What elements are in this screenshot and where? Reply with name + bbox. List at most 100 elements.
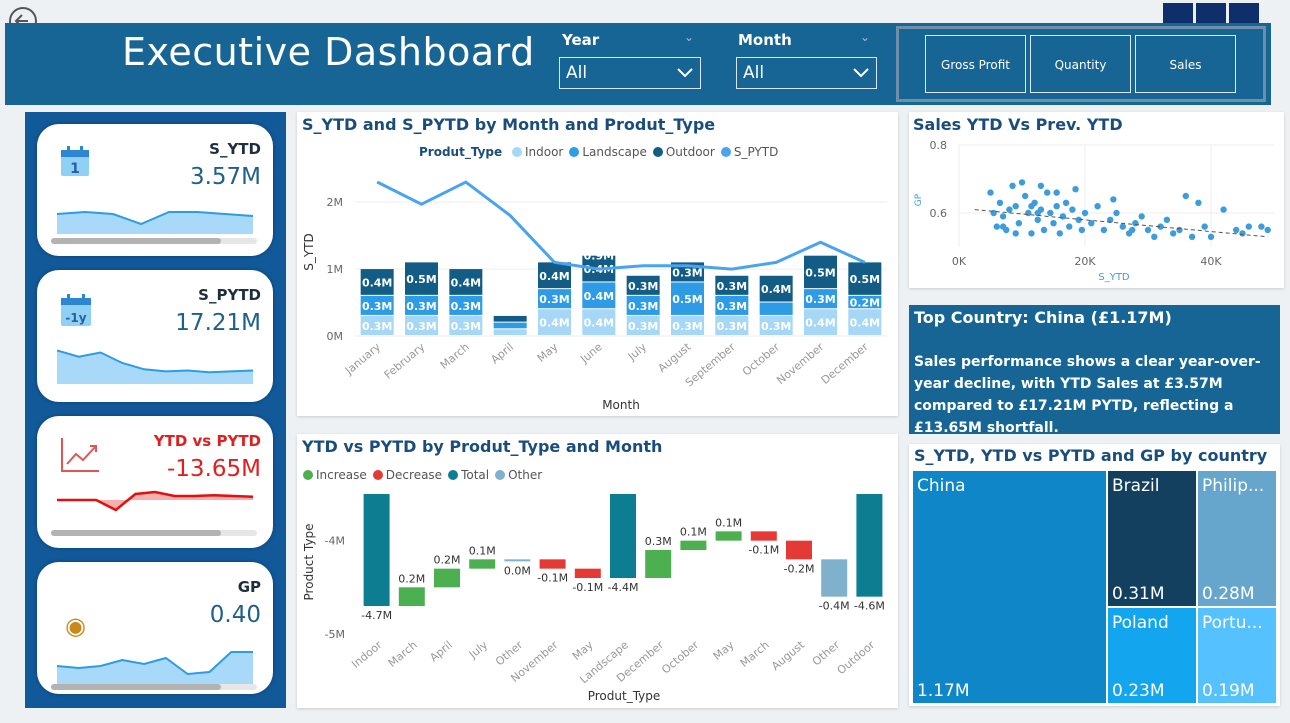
scatter-point bbox=[1138, 213, 1145, 220]
x-tick-label: April bbox=[427, 638, 455, 664]
scatter-point bbox=[1132, 220, 1139, 227]
treemap-tile-name: Philip... bbox=[1202, 476, 1265, 496]
treemap-panel: S_YTD, YTD vs PYTD and GP by country Chi… bbox=[909, 444, 1280, 706]
quantity-button[interactable]: Quantity bbox=[1030, 35, 1131, 93]
month-select-value: All bbox=[743, 63, 765, 83]
scatter-point bbox=[1113, 209, 1120, 217]
bar-data-label: 0.3M bbox=[717, 280, 747, 293]
treemap-tile-name: Brazil bbox=[1112, 476, 1160, 496]
bar-data-label: 0.3M bbox=[645, 535, 672, 548]
kpi-label: S_PYTD bbox=[198, 286, 261, 304]
x-tick-label: March bbox=[386, 638, 420, 670]
sales-button[interactable]: Sales bbox=[1135, 35, 1236, 93]
bar-data-label: 0.3M bbox=[717, 300, 747, 313]
scatter-point bbox=[1258, 223, 1265, 230]
treemap-tile[interactable]: Philip... 0.28M bbox=[1198, 471, 1276, 606]
nav-button-1[interactable] bbox=[1163, 3, 1193, 25]
sparkline-area bbox=[57, 652, 253, 686]
x-tick-label: 20K bbox=[1074, 255, 1096, 268]
bar-data-label: 0.4M bbox=[805, 317, 835, 330]
bar-data-label: 0.5M bbox=[672, 293, 702, 306]
scatter-point bbox=[1006, 206, 1013, 213]
bar-data-label: -4.4M bbox=[608, 581, 639, 594]
scatter-point bbox=[1040, 226, 1048, 234]
scatter-point bbox=[1163, 216, 1171, 223]
bar-data-label: 0.4M bbox=[761, 283, 791, 296]
nav-button-3[interactable] bbox=[1229, 3, 1259, 25]
bar-data-label: -0.4M bbox=[819, 600, 850, 613]
bar-data-label: 0.0M bbox=[504, 564, 531, 577]
kpi-card-s-ytd: 1 S_YTD 3.57M bbox=[37, 124, 273, 256]
bar-data-label: -0.2M bbox=[784, 562, 815, 575]
scatter-point bbox=[1059, 213, 1067, 220]
y-tick-label: 0M bbox=[327, 330, 344, 343]
year-filter-label: Year bbox=[562, 31, 600, 49]
y-axis-label: S_YTD bbox=[302, 233, 316, 271]
scatter-point bbox=[1144, 226, 1152, 234]
kpi-sparkline bbox=[57, 210, 253, 234]
series-line-s-pytd bbox=[376, 180, 866, 271]
scatter-point bbox=[1037, 182, 1045, 189]
scatter-point bbox=[1078, 226, 1086, 234]
treemap-tile[interactable]: China 1.17M bbox=[913, 471, 1106, 703]
bar-data-label: 0.3M bbox=[672, 266, 702, 279]
treemap-tile-value: 0.28M bbox=[1202, 584, 1255, 604]
scrollbar-thumb[interactable] bbox=[51, 684, 221, 690]
gross-profit-button[interactable]: Gross Profit bbox=[925, 35, 1026, 93]
top-country-text: Sales performance shows a clear year-ove… bbox=[914, 354, 1261, 436]
treemap-tile[interactable]: Portu... 0.19M bbox=[1198, 608, 1276, 703]
month-collapse-icon[interactable]: ⌄ bbox=[860, 30, 870, 44]
scatter-point bbox=[1201, 223, 1208, 230]
x-tick-label: October bbox=[740, 340, 782, 379]
combo-chart-panel: S_YTD and S_PYTD by Month and Produt_Typ… bbox=[297, 112, 898, 416]
treemap-tile[interactable]: Poland 0.23M bbox=[1108, 608, 1196, 703]
year-select[interactable]: All bbox=[559, 57, 701, 89]
x-tick-label: May bbox=[570, 638, 596, 663]
treemap-tile-value: 0.19M bbox=[1202, 681, 1255, 701]
waterfall-bar bbox=[363, 494, 390, 606]
scatter-point bbox=[1034, 216, 1041, 223]
waterfall-bar bbox=[856, 494, 883, 597]
scatter-point bbox=[1056, 230, 1063, 237]
waterfall-bar bbox=[680, 540, 707, 550]
bar-data-label: 0.3M bbox=[628, 300, 658, 313]
scatter-point bbox=[1110, 196, 1117, 203]
scatter-point bbox=[1066, 223, 1073, 230]
treemap-tile-name: Poland bbox=[1112, 613, 1169, 633]
bar-data-label: 0.3M bbox=[672, 320, 702, 333]
bar-data-label: 0.3M bbox=[362, 320, 392, 333]
nav-button-2[interactable] bbox=[1196, 3, 1226, 25]
y-tick-label: 0.6 bbox=[930, 207, 948, 220]
x-tick-label: January bbox=[342, 340, 383, 378]
treemap-tile[interactable]: Brazil 0.31M bbox=[1108, 471, 1196, 606]
bar-data-label: 0.4M bbox=[362, 276, 392, 289]
scatter-point bbox=[1119, 223, 1126, 230]
scatter-point bbox=[1239, 230, 1246, 237]
scatter-point bbox=[1207, 233, 1215, 240]
scatter-point bbox=[1047, 209, 1054, 217]
treemap-tile-name: China bbox=[917, 476, 966, 496]
bar-data-label: 0.5M bbox=[406, 273, 436, 286]
bar-segment bbox=[493, 315, 527, 322]
scrollbar-thumb[interactable] bbox=[51, 238, 221, 244]
chevron-down-icon bbox=[853, 68, 869, 78]
waterfall-bar bbox=[434, 568, 460, 588]
bar-data-label: 0.1M bbox=[469, 544, 496, 557]
waterfall-bar bbox=[539, 559, 566, 569]
kpi-label: YTD vs PYTD bbox=[153, 432, 261, 450]
x-tick-label: April bbox=[488, 340, 516, 366]
scrollbar-thumb[interactable] bbox=[51, 530, 221, 536]
bar-data-label: 0.4M bbox=[451, 276, 481, 289]
kpi-value: 17.21M bbox=[175, 310, 261, 336]
x-tick-label: December bbox=[819, 340, 871, 387]
year-collapse-icon[interactable]: ⌄ bbox=[684, 30, 694, 44]
waterfall-chart-panel: YTD vs PYTD by Produt_Type and Month Inc… bbox=[297, 434, 898, 708]
scatter-chart: 0.6 0.8 0K 20K 40K GP S_YTD bbox=[914, 139, 1274, 283]
bar-data-label: 0.3M bbox=[628, 320, 658, 333]
waterfall-bar bbox=[821, 559, 848, 597]
svg-text:1: 1 bbox=[70, 161, 80, 177]
scatter-point bbox=[1176, 226, 1183, 234]
scatter-point bbox=[1053, 203, 1060, 210]
scatter-point bbox=[993, 223, 1000, 230]
month-select[interactable]: All bbox=[736, 57, 877, 89]
